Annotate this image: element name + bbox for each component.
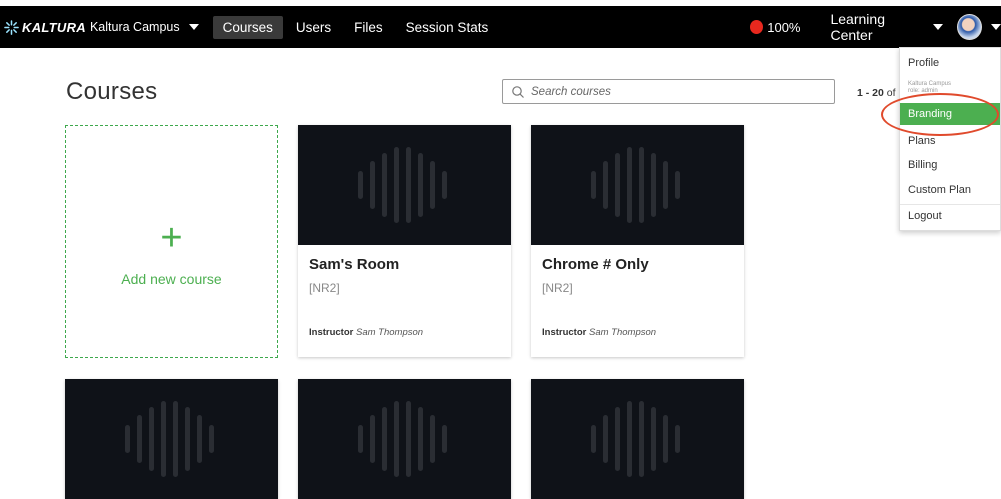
plus-icon: + [160, 216, 183, 259]
course-code: [NR2] [542, 281, 573, 295]
instructor-name: Sam Thompson [588, 327, 657, 338]
course-card[interactable] [298, 379, 511, 499]
chevron-down-icon [188, 24, 199, 30]
course-thumbnail [531, 379, 744, 499]
instructor-name: Sam Thompson [355, 327, 424, 338]
main-nav: Courses Users Files Session Stats [212, 15, 502, 39]
audio-wave-icon [357, 401, 447, 477]
menu-role-caption: role: admin [908, 88, 938, 94]
menu-divider [900, 204, 1000, 205]
audio-wave-icon [590, 147, 680, 223]
kaltura-logo: KALTURA [4, 20, 86, 35]
course-card-body: Sam's Room [NR2] Instructor Sam Thompson [298, 245, 511, 357]
org-switcher[interactable]: Learning Center [830, 11, 944, 43]
nav-files[interactable]: Files [344, 16, 393, 39]
nav-users[interactable]: Users [286, 16, 341, 39]
menu-org-caption: Kaltura Campus [908, 81, 952, 87]
add-course-label: Add new course [121, 270, 222, 287]
course-card-body: Chrome # Only [NR2] Instructor Sam Thomp… [531, 245, 744, 357]
course-card[interactable] [65, 379, 278, 499]
chevron-down-icon[interactable] [991, 24, 1001, 30]
course-thumbnail [298, 125, 511, 245]
user-menu-dropdown: Profile Kaltura Campus role: admin Brand… [899, 47, 1001, 231]
brand-wordmark: KALTURA [22, 19, 86, 35]
course-thumbnail [65, 379, 278, 499]
recording-status-icon [750, 20, 764, 34]
menu-item-logout[interactable]: Logout [900, 210, 1000, 222]
avatar[interactable] [957, 14, 983, 40]
pagination-range: 1 - 20 [857, 87, 884, 99]
course-card[interactable]: Chrome # Only [NR2] Instructor Sam Thomp… [531, 125, 744, 357]
org-name: Learning Center [830, 11, 885, 43]
chevron-down-icon [933, 24, 944, 30]
menu-item-custom-plan[interactable]: Custom Plan [900, 184, 1000, 196]
nav-courses[interactable]: Courses [212, 15, 283, 39]
course-instructor: Instructor Sam Thompson [309, 327, 423, 338]
search-box[interactable] [502, 79, 835, 104]
kaltura-mark-icon [4, 19, 19, 35]
menu-item-branding[interactable]: Branding [900, 103, 1000, 125]
add-course-card[interactable]: + Add new course [65, 125, 278, 358]
course-thumbnail [298, 379, 511, 499]
campus-name[interactable]: Kaltura Campus [90, 20, 199, 34]
page-title: Courses [66, 78, 158, 105]
top-navigation-bar: KALTURA Kaltura Campus Courses Users Fil… [0, 6, 1001, 48]
topbar-right: 100% Learning Center [750, 6, 1001, 48]
course-card[interactable]: Sam's Room [NR2] Instructor Sam Thompson [298, 125, 511, 357]
menu-item-plans[interactable]: Plans [900, 135, 1000, 147]
menu-item-profile[interactable]: Profile [900, 57, 1000, 69]
instructor-label: Instructor [309, 327, 354, 338]
course-code: [NR2] [309, 281, 340, 295]
nav-session-stats[interactable]: Session Stats [396, 16, 499, 39]
course-card[interactable] [531, 379, 744, 499]
instructor-label: Instructor [542, 327, 587, 338]
course-title[interactable]: Chrome # Only [542, 256, 733, 273]
campus-label: Kaltura Campus [89, 20, 180, 34]
course-thumbnail [531, 125, 744, 245]
audio-wave-icon [124, 401, 214, 477]
audio-wave-icon [357, 147, 447, 223]
search-input[interactable] [531, 85, 821, 98]
recording-status-text: 100% [767, 19, 801, 35]
course-instructor: Instructor Sam Thompson [542, 327, 656, 338]
search-icon [512, 85, 524, 98]
brand-switcher[interactable]: KALTURA Kaltura Campus [4, 20, 199, 35]
pagination-info: 1 - 20 of 1 [857, 87, 904, 99]
course-title[interactable]: Sam's Room [309, 256, 500, 273]
audio-wave-icon [590, 401, 680, 477]
menu-item-billing[interactable]: Billing [900, 159, 1000, 171]
